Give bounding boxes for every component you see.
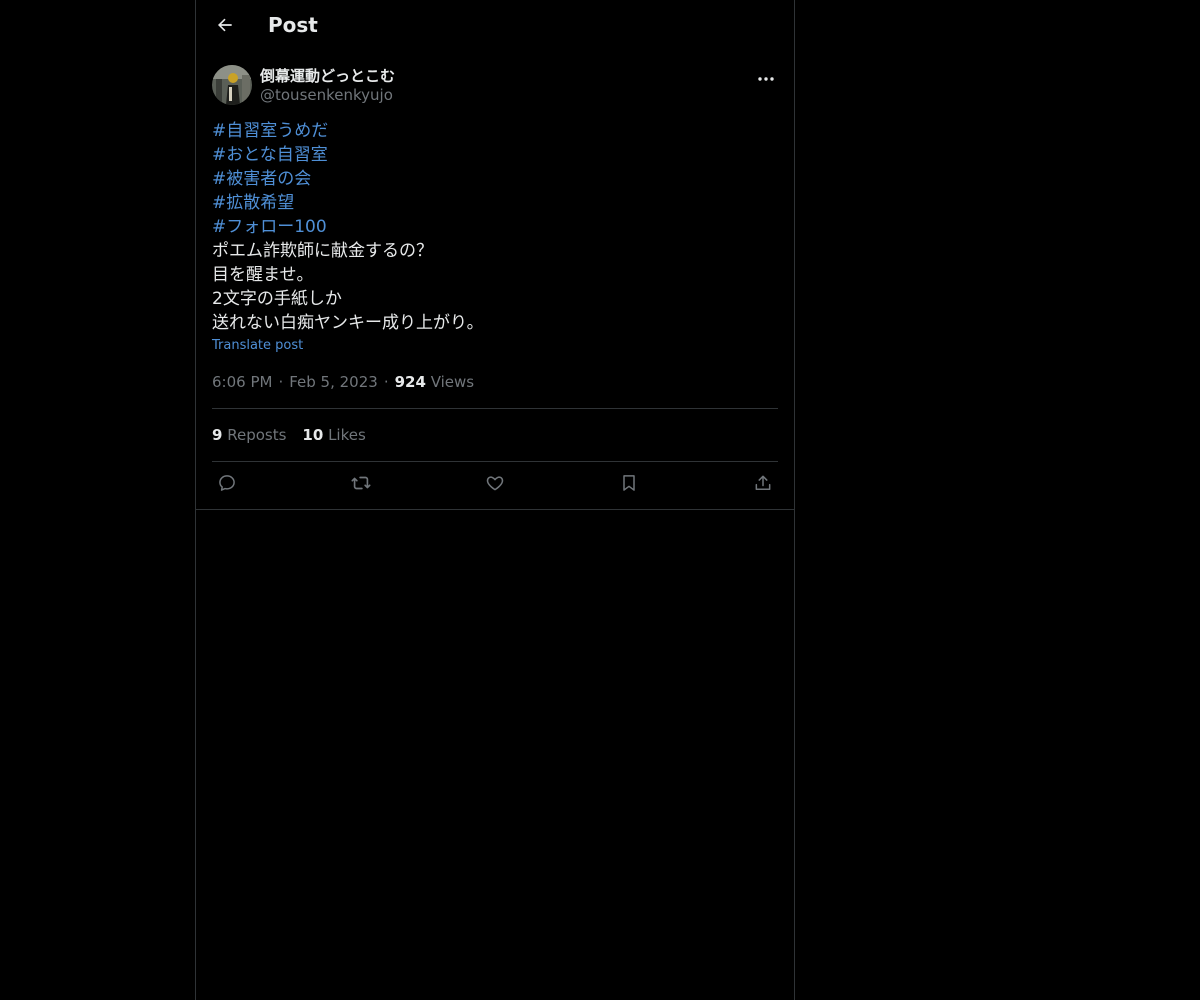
hashtag-link[interactable]: #拡散希望: [212, 191, 778, 215]
separator: ·: [278, 373, 284, 391]
post-date[interactable]: Feb 5, 2023: [289, 373, 378, 391]
post-text-line: 送れない白痴ヤンキー成り上がり。: [212, 313, 484, 333]
share-icon: [753, 473, 773, 497]
post-text: #自習室うめだ #おとな自習室 #被害者の会 #拡散希望 #フォロー100 ポエ…: [212, 119, 778, 335]
post-bottom-border: [196, 509, 794, 510]
post-author: 倒幕運動どっとこむ @tousenkenkyujo: [212, 65, 778, 107]
display-name[interactable]: 倒幕運動どっとこむ: [260, 65, 395, 86]
page-title: Post: [268, 13, 318, 37]
like-button[interactable]: [482, 472, 508, 498]
repost-icon: [350, 472, 372, 498]
views-label: Views: [430, 373, 475, 391]
post-stats: 9 Reposts 10 Likes: [212, 426, 366, 444]
reposts-stat[interactable]: 9 Reposts: [212, 426, 286, 444]
user-handle[interactable]: @tousenkenkyujo: [260, 86, 393, 104]
likes-count: 10: [302, 426, 324, 444]
bookmark-icon: [619, 473, 639, 497]
bookmark-button[interactable]: [616, 472, 642, 498]
repost-button[interactable]: [348, 472, 374, 498]
translate-post-link[interactable]: Translate post: [212, 338, 303, 353]
likes-stat[interactable]: 10 Likes: [302, 426, 365, 444]
more-button[interactable]: [754, 65, 778, 85]
back-button[interactable]: [208, 10, 242, 44]
share-button[interactable]: [750, 472, 776, 498]
reply-icon: [217, 473, 237, 497]
post-text-line: ポエム詐欺師に献金するの？: [212, 241, 433, 261]
action-bar: [212, 472, 778, 498]
hashtag-link[interactable]: #フォロー100: [212, 215, 778, 239]
reply-button[interactable]: [214, 472, 240, 498]
reposts-count: 9: [212, 426, 223, 444]
divider: [212, 461, 778, 462]
post-column: Post 倒幕運動どっとこむ @tousenkenkyujo #自習室うめだ #…: [195, 0, 795, 1000]
more-horizontal-icon: [758, 66, 774, 85]
reposts-label: Reposts: [227, 426, 287, 444]
avatar[interactable]: [212, 65, 252, 105]
likes-label: Likes: [328, 426, 366, 444]
divider: [212, 408, 778, 409]
post-time[interactable]: 6:06 PM: [212, 373, 272, 391]
post-text-line: 目を醒ませ。: [212, 265, 314, 285]
post-metadata: 6:06 PM · Feb 5, 2023 · 924 Views: [212, 373, 474, 391]
like-icon: [485, 473, 505, 497]
hashtag-link[interactable]: #おとな自習室: [212, 143, 778, 167]
hashtag-link[interactable]: #自習室うめだ: [212, 119, 778, 143]
arrow-left-icon: [215, 15, 235, 39]
views-count: 924: [394, 373, 426, 391]
separator: ·: [383, 373, 389, 391]
top-bar: Post: [196, 0, 794, 53]
hashtag-link[interactable]: #被害者の会: [212, 167, 778, 191]
post-text-line: 2文字の手紙しか: [212, 289, 342, 309]
